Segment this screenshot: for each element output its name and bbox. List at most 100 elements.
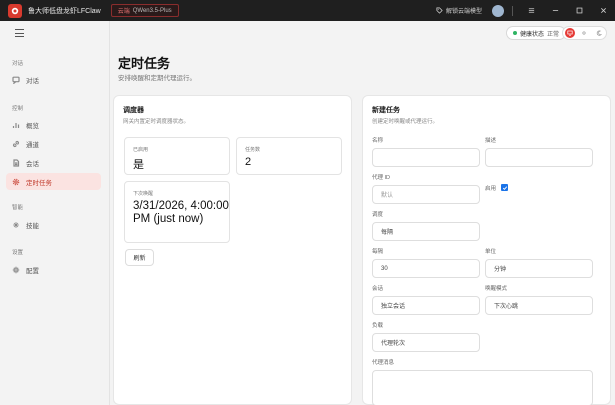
model-name: QWen3.5-Plus bbox=[132, 7, 172, 14]
wake-mode-select[interactable]: 下次心跳 bbox=[485, 296, 593, 315]
enabled-checkbox[interactable] bbox=[501, 184, 508, 191]
page-subtitle: 安排唤醒和定期代理运行。 bbox=[118, 75, 196, 82]
sidebar-item-label: 通道 bbox=[26, 141, 39, 149]
sidebar-item-scheduled-tasks[interactable]: 定时任务 bbox=[6, 173, 101, 190]
model-selector[interactable]: 云端 QWen3.5-Plus bbox=[110, 4, 179, 17]
avatar[interactable] bbox=[492, 4, 504, 17]
close-icon bbox=[600, 8, 606, 13]
document-icon bbox=[13, 158, 20, 167]
new-task-card: 新建任务 创建定时唤醒或代理运行。 名称 描述 代理 ID 默认 启用 调度 每… bbox=[362, 95, 611, 405]
unit-select[interactable]: 分钟 bbox=[485, 259, 593, 278]
sidebar-item-overview[interactable]: 概览 bbox=[6, 116, 101, 133]
chat-icon bbox=[12, 76, 20, 84]
scheduler-card: 调度器 网关内置定时调度器状态。 已启用 是 任务数 2 下次唤醒 3/31/2… bbox=[113, 95, 352, 405]
sidebar-item-skills[interactable]: 技能 bbox=[6, 216, 101, 233]
task-count-stat: 任务数 2 bbox=[236, 137, 342, 175]
unlock-cloud-model-button[interactable]: 解锁云端模型 bbox=[436, 6, 482, 15]
nav-group-chat-label: 对话 bbox=[12, 61, 24, 67]
sidebar: 对话 对话 控制 概览 通道 会话 定时任务 智能 技能 设置 配置 bbox=[0, 21, 110, 405]
sidebar-item-channels[interactable]: 通道 bbox=[6, 135, 101, 152]
link-icon bbox=[12, 140, 20, 147]
agent-id-field-label: 代理 ID bbox=[372, 175, 391, 181]
agent-message-field-label: 代理消息 bbox=[372, 360, 395, 366]
name-field-label: 名称 bbox=[372, 138, 384, 144]
sidebar-item-config[interactable]: 配置 bbox=[6, 261, 101, 278]
sparkle-icon bbox=[13, 221, 19, 228]
minimize-icon bbox=[552, 10, 558, 11]
health-status-value: 正常 bbox=[547, 31, 560, 38]
status-dot bbox=[513, 31, 517, 35]
payload-field-label: 负载 bbox=[372, 323, 384, 329]
sidebar-item-label: 技能 bbox=[26, 222, 39, 230]
menu-icon bbox=[528, 8, 534, 13]
next-wake-stat: 下次唤醒 3/31/2026, 4:00:00 PM (just now) bbox=[124, 181, 230, 243]
maximize-button[interactable] bbox=[567, 0, 591, 21]
enabled-stat-value: 是 bbox=[133, 159, 144, 171]
nav-group-agent-label: 智能 bbox=[12, 205, 24, 211]
chart-icon bbox=[12, 122, 20, 128]
sidebar-item-label: 定时任务 bbox=[26, 179, 52, 187]
health-status-label: 健康状态 bbox=[520, 31, 545, 38]
maximize-icon bbox=[576, 7, 582, 14]
enabled-field-label: 启用 bbox=[485, 186, 497, 192]
sidebar-item-label: 概览 bbox=[26, 122, 39, 130]
sun-icon bbox=[582, 31, 587, 35]
theme-option-auto[interactable] bbox=[565, 28, 576, 38]
unlock-cloud-model-label: 解锁云端模型 bbox=[445, 9, 482, 15]
agent-id-input[interactable]: 默认 bbox=[372, 185, 480, 204]
theme-option-dark[interactable] bbox=[594, 28, 604, 38]
health-status-badge: 健康状态 正常 bbox=[506, 26, 567, 40]
sidebar-toggle-icon[interactable] bbox=[15, 29, 24, 37]
enabled-stat-label: 已启用 bbox=[133, 147, 149, 153]
sidebar-item-label: 对话 bbox=[26, 77, 39, 85]
theme-option-light[interactable] bbox=[579, 28, 589, 38]
nav-group-settings-label: 设置 bbox=[12, 250, 24, 256]
minimize-button[interactable] bbox=[543, 0, 567, 21]
checkmark-icon bbox=[502, 185, 507, 190]
task-count-stat-value: 2 bbox=[245, 156, 252, 168]
divider bbox=[512, 5, 513, 16]
name-input[interactable] bbox=[372, 148, 480, 167]
settings-icon bbox=[12, 266, 20, 273]
description-input[interactable] bbox=[485, 148, 593, 167]
sidebar-item-sessions[interactable]: 会话 bbox=[6, 154, 101, 171]
app-title: 鲁大师低盘龙虾LFClaw bbox=[28, 7, 101, 15]
new-task-card-subtitle: 创建定时唤醒或代理运行。 bbox=[372, 119, 439, 125]
title-bar: 鲁大师低盘龙虾LFClaw 云端 QWen3.5-Plus 解锁云端模型 bbox=[0, 0, 615, 21]
session-select[interactable]: 独立会话 bbox=[372, 296, 480, 315]
payload-select[interactable]: 代理轮次 bbox=[372, 333, 480, 352]
nav-group-control-label: 控制 bbox=[12, 106, 24, 112]
schedule-field-label: 调度 bbox=[372, 212, 384, 218]
page-title: 定时任务 bbox=[118, 56, 171, 71]
model-badge-prefix: 云端 bbox=[117, 9, 130, 15]
session-field-label: 会话 bbox=[372, 286, 384, 292]
new-task-card-title: 新建任务 bbox=[372, 107, 400, 114]
scheduler-card-subtitle: 网关内置定时调度器状态。 bbox=[123, 119, 190, 125]
sidebar-item-label: 会话 bbox=[26, 160, 39, 168]
gear-icon bbox=[12, 178, 20, 185]
monitor-icon bbox=[567, 30, 573, 36]
next-wake-stat-value: 3/31/2026, 4:00:00 PM (just now) bbox=[133, 200, 229, 225]
agent-message-textarea[interactable] bbox=[372, 370, 593, 405]
moon-icon bbox=[596, 30, 602, 36]
main-content: 定时任务 安排唤醒和定期代理运行。 健康状态 正常 调度器 网关内置定时调度器状… bbox=[111, 21, 615, 405]
lobster-icon bbox=[11, 7, 19, 14]
description-field-label: 描述 bbox=[485, 138, 497, 144]
every-input[interactable]: 30 bbox=[372, 259, 480, 278]
wake-mode-field-label: 唤醒模式 bbox=[485, 286, 508, 292]
theme-toggle[interactable] bbox=[562, 26, 607, 40]
sidebar-item-chat[interactable]: 对话 bbox=[6, 71, 101, 88]
close-button[interactable] bbox=[591, 0, 615, 21]
tag-icon bbox=[436, 7, 443, 14]
sidebar-item-label: 配置 bbox=[26, 267, 39, 275]
every-field-label: 每隔 bbox=[372, 249, 384, 255]
scheduler-card-title: 调度器 bbox=[123, 107, 144, 114]
app-logo bbox=[8, 3, 22, 18]
unit-field-label: 单位 bbox=[485, 249, 497, 255]
task-count-stat-label: 任务数 bbox=[245, 147, 261, 153]
enabled-stat: 已启用 是 bbox=[124, 137, 230, 175]
schedule-select[interactable]: 每隔 bbox=[372, 222, 480, 241]
menu-button[interactable] bbox=[519, 0, 543, 21]
next-wake-stat-label: 下次唤醒 bbox=[133, 191, 154, 197]
refresh-button[interactable]: 刷新 bbox=[125, 249, 154, 266]
